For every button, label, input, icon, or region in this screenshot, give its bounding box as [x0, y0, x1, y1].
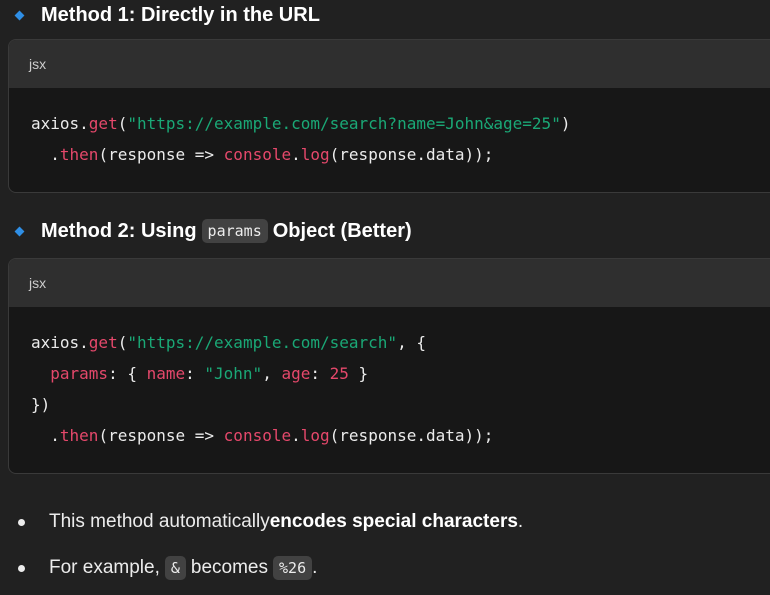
code-token: get	[88, 114, 118, 133]
code-block-2-code[interactable]: axios.get("https://example.com/search", …	[9, 307, 770, 451]
code-token: , {	[397, 333, 426, 352]
code-block-1-lang-bar: jsx	[9, 40, 770, 88]
method1-heading-text: Method 1: Directly in the URL	[41, 3, 320, 26]
list-item: For example, & becomes %26.	[18, 553, 317, 583]
code-block-2-lang-label: jsx	[29, 275, 47, 291]
code-token: console	[223, 145, 292, 164]
code-token: )	[560, 114, 571, 133]
code-token: .	[31, 426, 60, 445]
bullet-2-text-pre: For example,	[49, 557, 160, 578]
code-token: "John"	[204, 364, 263, 383]
code-token: params	[50, 364, 109, 383]
code-token: ,	[262, 364, 282, 383]
code-token: })	[31, 395, 51, 414]
code-token: console	[223, 426, 292, 445]
code-token: "https://example.com/search?name=John&ag…	[127, 114, 561, 133]
bullet-2-text-post: .	[312, 557, 318, 578]
list-item: This method automatically encodes specia…	[18, 508, 523, 536]
code-token: axios.	[31, 114, 89, 133]
code-token: log	[300, 426, 330, 445]
code-token: (	[117, 114, 128, 133]
code-token: (response.data));	[329, 145, 494, 164]
code-block-2: jsx axios.get("https://example.com/searc…	[8, 258, 770, 474]
code-token: : {	[108, 364, 147, 383]
code-token: log	[300, 145, 330, 164]
code-token: (	[117, 333, 128, 352]
code-token: 25	[329, 364, 349, 383]
code-token: (response =>	[98, 145, 224, 164]
code-token: name	[146, 364, 186, 383]
method2-heading-post: Object (Better)	[272, 219, 412, 242]
method2-heading-inline-code: params	[201, 219, 268, 243]
bullet-2-inline-code-1: &	[164, 556, 186, 580]
code-block-1: jsx axios.get("https://example.com/searc…	[8, 39, 770, 193]
code-block-1-code[interactable]: axios.get("https://example.com/search?na…	[9, 88, 770, 170]
code-token: .	[291, 145, 301, 164]
bullet-dot-icon	[18, 518, 25, 526]
chat-message-content: Method 1: Directly in the URL jsx axios.…	[0, 0, 770, 595]
method2-heading-pre: Method 2: Using	[41, 219, 197, 242]
code-token: }	[348, 364, 369, 383]
bullet-dot-icon	[18, 564, 25, 572]
bullet-1-text-post: .	[517, 511, 524, 532]
code-token: :	[310, 364, 330, 383]
code-block-2-lang-bar: jsx	[9, 259, 770, 307]
blue-diamond-icon	[14, 10, 25, 20]
code-block-1-lang-label: jsx	[29, 56, 47, 72]
method2-heading: Method 2: Using params Object (Better)	[14, 216, 412, 246]
code-token: "https://example.com/search"	[127, 333, 398, 352]
bullet-1-text-bold: encodes special characters	[269, 511, 518, 532]
bullet-1-text-pre: This method automatically	[49, 511, 270, 532]
code-token: .	[291, 426, 301, 445]
code-token: get	[88, 333, 118, 352]
code-token: :	[185, 364, 205, 383]
method1-heading: Method 1: Directly in the URL	[14, 3, 320, 26]
blue-diamond-icon	[14, 226, 25, 236]
code-token: then	[59, 426, 99, 445]
bullet-2-inline-code-2: %26	[273, 556, 313, 580]
code-token: (response.data));	[329, 426, 494, 445]
code-token: .	[31, 145, 60, 164]
code-token: axios.	[31, 333, 89, 352]
code-token: then	[59, 145, 99, 164]
code-token: age	[281, 364, 311, 383]
code-token: (response =>	[98, 426, 224, 445]
bullet-2-text-mid: becomes	[190, 557, 269, 578]
